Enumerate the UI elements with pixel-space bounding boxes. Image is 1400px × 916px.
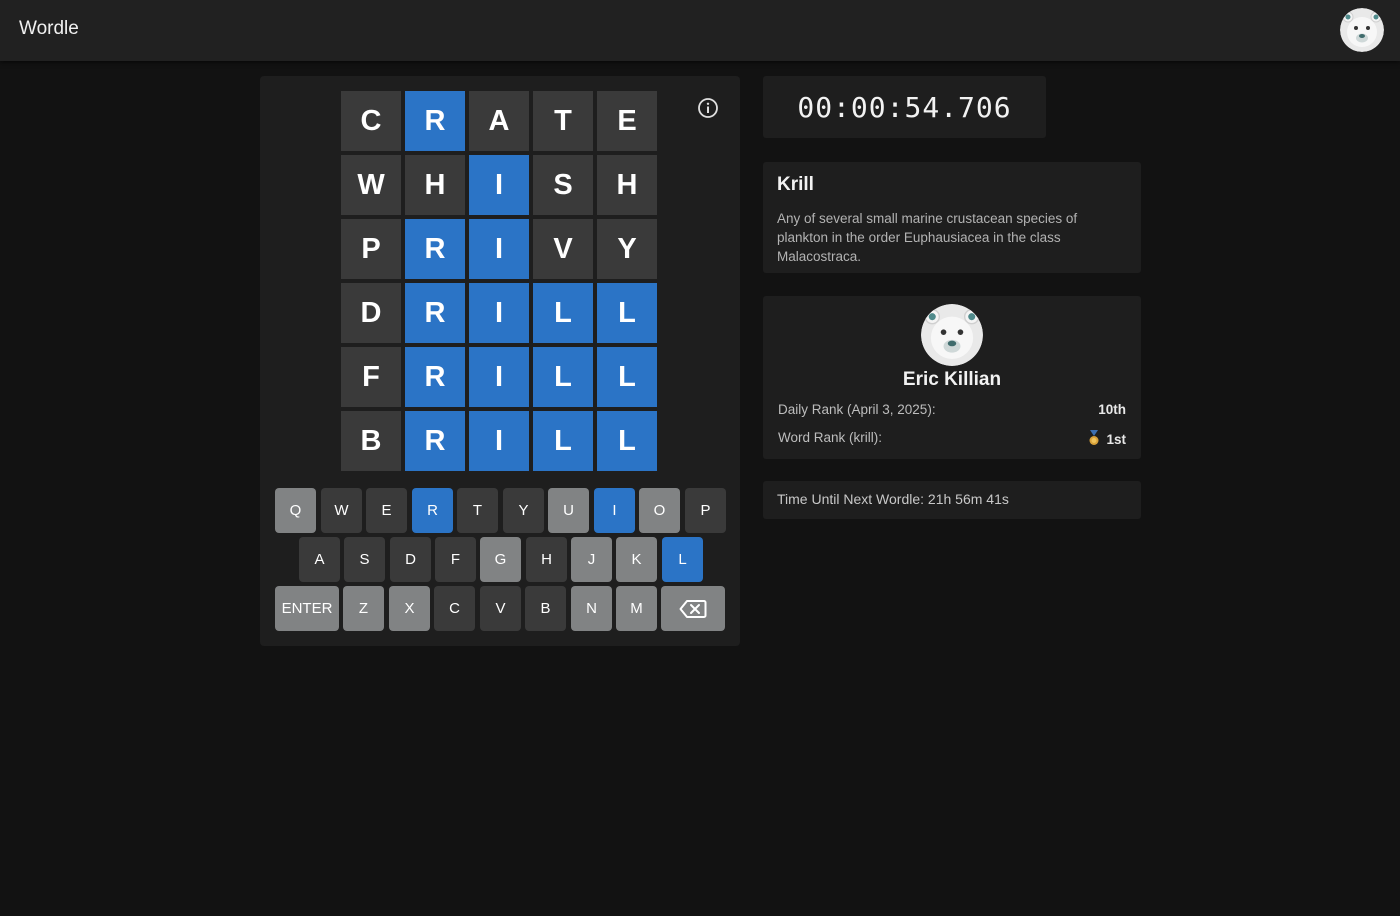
guess-row: FRILL	[341, 347, 657, 407]
letter-tile: H	[597, 155, 657, 215]
key-y[interactable]: Y	[503, 488, 544, 533]
letter-tile: I	[469, 411, 529, 471]
word-title: Krill	[777, 174, 814, 195]
letter-tile: R	[405, 219, 465, 279]
next-wordle-countdown: Time Until Next Wordle: 21h 56m 41s	[763, 481, 1141, 519]
letter-tile: L	[597, 347, 657, 407]
guess-row: WHISH	[341, 155, 657, 215]
word-rank-value: 1st	[1106, 432, 1126, 447]
key-a[interactable]: A	[299, 537, 340, 582]
key-u[interactable]: U	[548, 488, 589, 533]
user-avatar[interactable]	[1340, 8, 1384, 52]
app-bar: Wordle	[0, 0, 1400, 61]
key-n[interactable]: N	[571, 586, 612, 631]
enter-key[interactable]: ENTER	[275, 586, 339, 631]
letter-tile: T	[533, 91, 593, 151]
profile-card: Eric Killian Daily Rank (April 3, 2025):…	[763, 296, 1141, 459]
letter-tile: P	[341, 219, 401, 279]
key-h[interactable]: H	[526, 537, 567, 582]
guess-grid: CRATEWHISHPRIVYDRILLFRILLBRILL	[341, 91, 657, 475]
profile-avatar	[921, 304, 983, 366]
letter-tile: B	[341, 411, 401, 471]
key-g[interactable]: G	[480, 537, 521, 582]
timer-panel: 00:00:54.706	[763, 76, 1046, 138]
letter-tile: C	[341, 91, 401, 151]
key-l[interactable]: L	[662, 537, 703, 582]
backspace-icon	[679, 599, 707, 618]
next-wordle-text: Time Until Next Wordle: 21h 56m 41s	[777, 491, 1009, 507]
guess-row: BRILL	[341, 411, 657, 471]
letter-tile: R	[405, 347, 465, 407]
app-title[interactable]: Wordle	[19, 18, 79, 40]
letter-tile: L	[533, 347, 593, 407]
key-p[interactable]: P	[685, 488, 726, 533]
letter-tile: R	[405, 411, 465, 471]
letter-tile: I	[469, 347, 529, 407]
guess-row: DRILL	[341, 283, 657, 343]
key-v[interactable]: V	[480, 586, 521, 631]
guess-row: PRIVY	[341, 219, 657, 279]
key-b[interactable]: B	[525, 586, 566, 631]
key-s[interactable]: S	[344, 537, 385, 582]
key-m[interactable]: M	[616, 586, 657, 631]
letter-tile: L	[533, 411, 593, 471]
word-rank-row: Word Rank (krill): 1st	[778, 430, 1126, 449]
daily-rank-row: Daily Rank (April 3, 2025): 10th	[778, 402, 1126, 417]
info-icon[interactable]	[696, 96, 720, 120]
key-k[interactable]: K	[616, 537, 657, 582]
word-definition-card: Krill Any of several small marine crusta…	[763, 162, 1141, 273]
letter-tile: V	[533, 219, 593, 279]
letter-tile: Y	[597, 219, 657, 279]
letter-tile: R	[405, 283, 465, 343]
profile-name: Eric Killian	[902, 369, 1002, 390]
word-rank-value-wrap: 1st	[1088, 430, 1126, 449]
word-definition: Any of several small marine crustacean s…	[777, 211, 1078, 264]
letter-tile: I	[469, 219, 529, 279]
letter-tile: D	[341, 283, 401, 343]
letter-tile: S	[533, 155, 593, 215]
word-rank-label: Word Rank (krill):	[778, 430, 883, 445]
key-z[interactable]: Z	[343, 586, 384, 631]
letter-tile: L	[597, 411, 657, 471]
key-t[interactable]: T	[457, 488, 498, 533]
letter-tile: L	[533, 283, 593, 343]
letter-tile: A	[469, 91, 529, 151]
key-j[interactable]: J	[571, 537, 612, 582]
key-e[interactable]: E	[366, 488, 407, 533]
letter-tile: R	[405, 91, 465, 151]
elapsed-timer: 00:00:54.706	[797, 90, 1012, 124]
game-panel: CRATEWHISHPRIVYDRILLFRILLBRILL QWERTYUIO…	[260, 76, 740, 646]
key-q[interactable]: Q	[275, 488, 316, 533]
letter-tile: F	[341, 347, 401, 407]
key-d[interactable]: D	[390, 537, 431, 582]
backspace-key[interactable]	[661, 586, 725, 631]
key-f[interactable]: F	[435, 537, 476, 582]
key-x[interactable]: X	[389, 586, 430, 631]
letter-tile: I	[469, 155, 529, 215]
letter-tile: I	[469, 283, 529, 343]
guess-row: CRATE	[341, 91, 657, 151]
medal-icon	[1088, 430, 1100, 449]
key-c[interactable]: C	[434, 586, 475, 631]
daily-rank-label: Daily Rank (April 3, 2025):	[778, 402, 936, 417]
key-o[interactable]: O	[639, 488, 680, 533]
key-i[interactable]: I	[594, 488, 635, 533]
letter-tile: W	[341, 155, 401, 215]
letter-tile: E	[597, 91, 657, 151]
letter-tile: H	[405, 155, 465, 215]
daily-rank-value: 10th	[1098, 402, 1126, 417]
key-r[interactable]: R	[412, 488, 453, 533]
key-w[interactable]: W	[321, 488, 362, 533]
letter-tile: L	[597, 283, 657, 343]
